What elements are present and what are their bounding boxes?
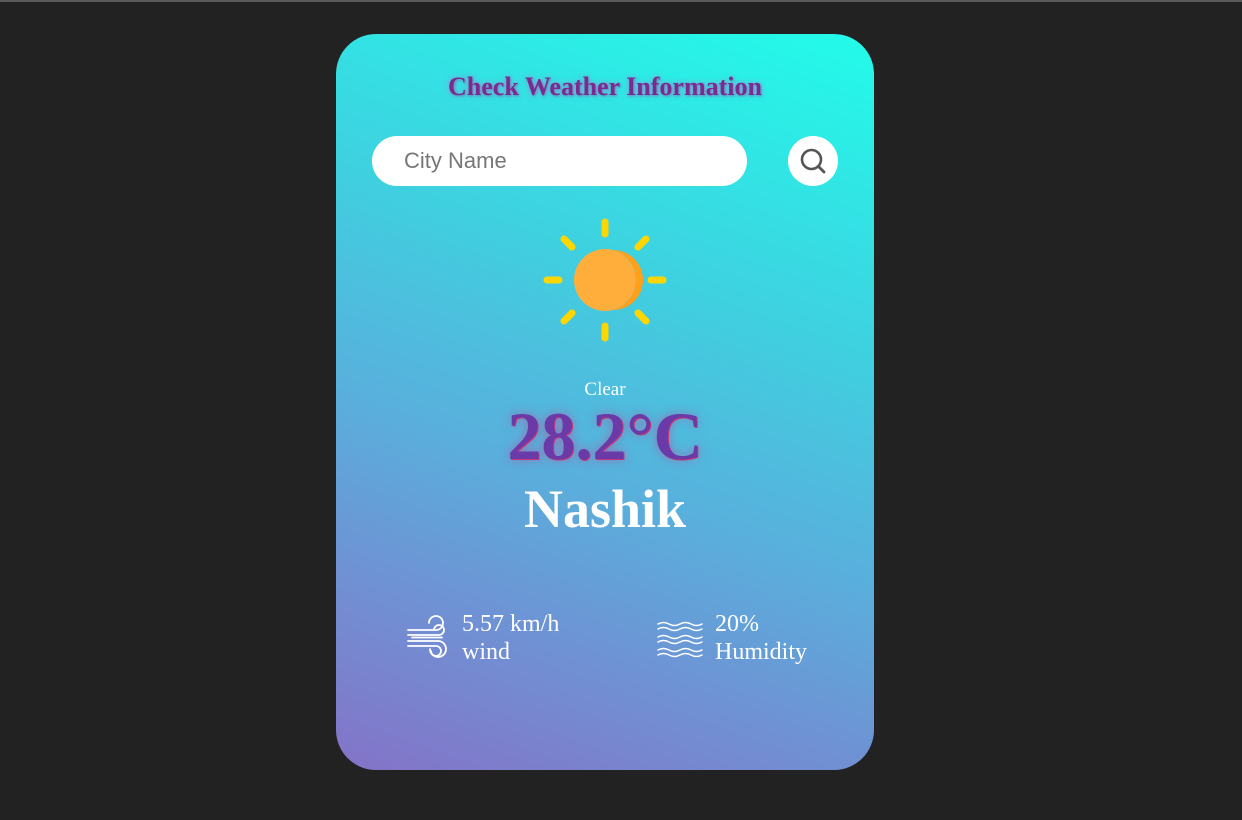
wind-speed-value: 5.57 km/h	[462, 611, 560, 637]
humidity-label: Humidity	[715, 639, 808, 665]
city-name: Nashik	[523, 479, 687, 539]
humidity-detail: 20% Humidity	[657, 610, 807, 666]
search-icon	[800, 148, 826, 174]
sun-icon	[543, 218, 667, 342]
wind-icon	[407, 615, 447, 658]
weather-card: Check Weather Information Clear 28.2°C N…	[336, 34, 874, 770]
humidity-icon	[657, 621, 703, 658]
humidity-value: 20%	[715, 611, 759, 637]
search-button[interactable]	[788, 136, 838, 186]
wind-label: wind	[462, 639, 510, 665]
window-top-border	[0, 0, 1242, 2]
temperature-value: 28.2°C	[507, 398, 703, 474]
city-search-input[interactable]	[372, 136, 747, 186]
page-title: Check Weather Information	[448, 72, 762, 101]
wind-detail: 5.57 km/h wind	[406, 610, 559, 666]
